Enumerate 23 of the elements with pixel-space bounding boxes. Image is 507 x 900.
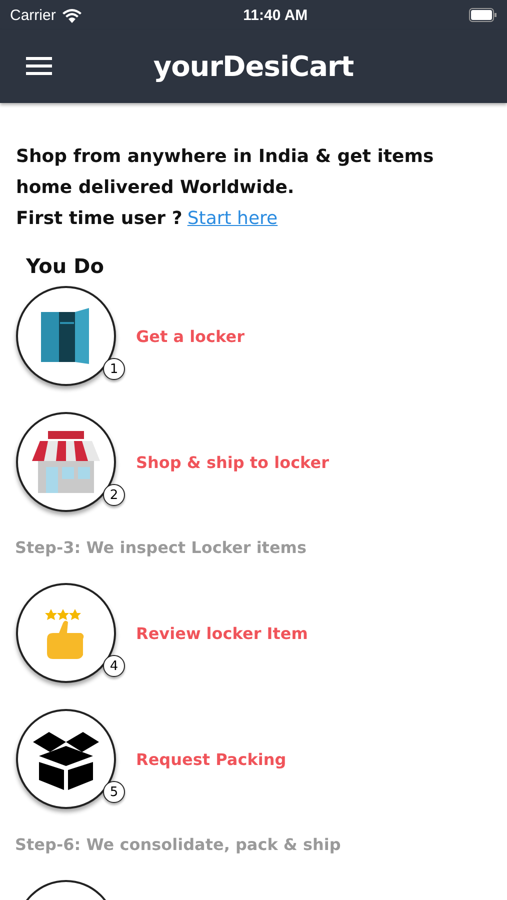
step-title[interactable]: Shop & ship to locker xyxy=(136,452,329,472)
menu-button[interactable] xyxy=(26,56,52,76)
clock-time: 11:40 AM xyxy=(243,6,308,24)
step-number: 2 xyxy=(103,484,125,506)
step-number: 1 xyxy=(103,358,125,380)
locker-icon xyxy=(41,308,91,364)
intro-text: Shop from anywhere in India & get items home delivered Worldwide. xyxy=(16,145,435,200)
battery-icon xyxy=(468,8,497,22)
app-title: yourDesiCart xyxy=(153,50,354,83)
step-number: 5 xyxy=(103,781,125,803)
step-title[interactable]: Review locker Item xyxy=(136,624,308,642)
step-title[interactable]: Get a locker xyxy=(136,326,244,346)
first-time-question: First time user ? xyxy=(16,208,182,229)
wifi-icon xyxy=(62,8,82,22)
menu-icon xyxy=(26,56,52,76)
store-icon xyxy=(30,431,102,493)
start-here-link[interactable]: Start here xyxy=(187,208,278,229)
step-note: Step-3: We inspect Locker items xyxy=(15,538,308,557)
step-number: 4 xyxy=(103,655,125,677)
carrier-label: Carrier xyxy=(10,6,56,24)
section-title: You Do xyxy=(26,254,105,278)
step-title[interactable]: Request Packing xyxy=(136,750,286,768)
step-note: Step-6: We consolidate, pack & ship xyxy=(15,835,342,854)
